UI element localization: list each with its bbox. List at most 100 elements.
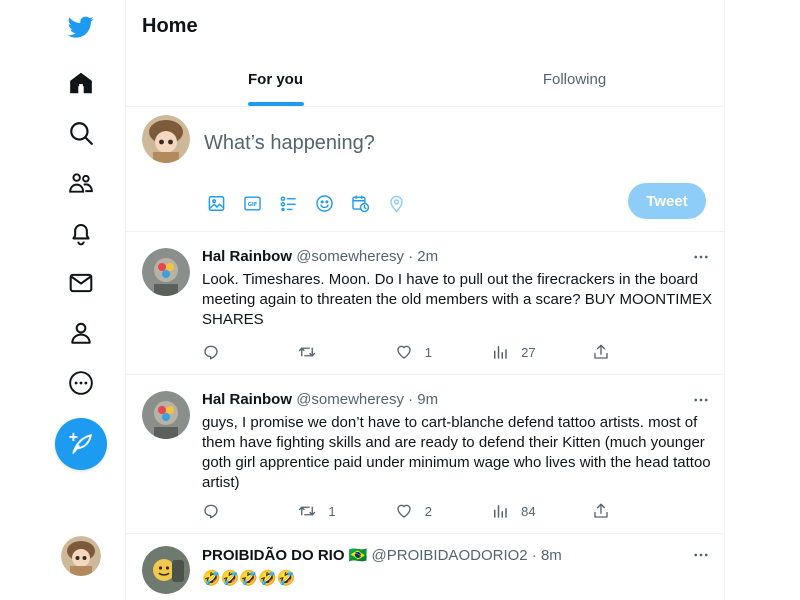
twitter-app: Home For you Following GIF (0, 0, 800, 600)
tweet-item[interactable]: Hal Rainbow @somewheresy · 2m Look. Time… (126, 232, 724, 375)
tweet-handle[interactable]: @somewheresy (296, 248, 404, 265)
tweet-more-button[interactable] (688, 542, 714, 568)
communities-icon (69, 173, 93, 193)
add-location-button[interactable] (378, 185, 414, 221)
tweet-time[interactable]: 8m (541, 547, 562, 564)
tweet-handle[interactable]: @PROIBIDAODORIO2 (372, 547, 528, 564)
tweet-avatar[interactable] (142, 248, 190, 296)
views-button[interactable]: 84 (491, 501, 536, 521)
tweet-text: guys, I promise we don’t have to cart-bl… (202, 414, 711, 491)
separator: · (408, 248, 414, 265)
tab-following[interactable]: Following (425, 53, 724, 106)
tweet-more-button[interactable] (688, 244, 714, 270)
nav-more[interactable] (56, 358, 106, 408)
composer-toolbar: GIF (198, 185, 414, 221)
left-nav (0, 0, 126, 600)
tweet-header: Hal Rainbow @somewheresy · 9m (202, 391, 438, 408)
more-horizontal-icon (694, 255, 708, 259)
feather-plus-icon (69, 432, 92, 454)
retweet-button[interactable]: 1 (298, 501, 338, 521)
location-icon (389, 195, 403, 212)
tweet-time[interactable]: 2m (417, 248, 438, 265)
home-icon (70, 72, 92, 94)
timeline-tabs: For you Following (126, 53, 724, 107)
tweet-composer: GIF Tweet (126, 107, 724, 232)
share-button[interactable] (592, 342, 632, 362)
add-poll-button[interactable] (270, 185, 306, 221)
search-icon (70, 122, 93, 145)
nav-communities[interactable] (56, 158, 106, 208)
account-avatar[interactable] (61, 536, 101, 576)
tweet-item[interactable]: PROIBIDÃO DO RIO 🇧🇷 @PROIBIDAODORIO2 · 8… (126, 534, 724, 600)
share-button[interactable] (592, 501, 632, 521)
like-button[interactable]: 1 (395, 342, 435, 362)
add-emoji-button[interactable] (306, 185, 342, 221)
retweet-icon (299, 347, 316, 357)
separator: · (408, 391, 414, 408)
like-count: 2 (424, 503, 432, 519)
reply-button[interactable] (202, 342, 242, 362)
tab-label: For you (248, 71, 303, 88)
emoji-icon (315, 194, 333, 212)
tweet-actions: 1 2 84 (202, 501, 632, 521)
nav-home[interactable] (56, 58, 106, 108)
schedule-button[interactable] (342, 185, 378, 221)
tweet-text: Look. Timeshares. Moon. Do I have to pul… (202, 271, 712, 328)
add-media-button[interactable] (198, 185, 234, 221)
mail-icon (69, 273, 93, 293)
like-count: 1 (424, 344, 432, 360)
retweet-count: 1 (328, 503, 336, 519)
twitter-bird-icon[interactable] (56, 2, 106, 52)
active-tab-indicator (247, 102, 304, 106)
svg-text:GIF: GIF (247, 202, 257, 208)
add-gif-button[interactable]: GIF (234, 185, 270, 221)
tweet-header: PROIBIDÃO DO RIO 🇧🇷 @PROIBIDAODORIO2 · 8… (202, 546, 562, 564)
reply-icon (204, 504, 218, 519)
view-count: 84 (521, 503, 536, 519)
timeline-column: Home For you Following GIF (125, 0, 725, 600)
tweet-handle[interactable]: @somewheresy (296, 391, 404, 408)
tweet-author[interactable]: Hal Rainbow (202, 391, 292, 408)
profile-icon (71, 322, 91, 344)
image-icon (208, 195, 224, 211)
tweet-more-button[interactable] (688, 387, 714, 413)
schedule-icon (351, 195, 369, 212)
reply-icon (204, 345, 218, 360)
tweet-header: Hal Rainbow @somewheresy · 2m (202, 248, 438, 265)
page-title: Home (142, 15, 198, 37)
compose-input[interactable] (204, 125, 684, 161)
share-icon (594, 344, 608, 359)
nav-notifications[interactable] (56, 208, 106, 258)
tweet-text: 🤣🤣🤣🤣🤣 (202, 569, 296, 587)
tab-for-you[interactable]: For you (126, 53, 425, 106)
heart-icon (397, 504, 411, 518)
bell-icon (72, 223, 90, 246)
share-icon (594, 503, 608, 518)
tweet-button[interactable]: Tweet (628, 183, 706, 219)
views-button[interactable]: 27 (491, 342, 536, 362)
more-horizontal-icon (694, 553, 708, 557)
nav-search[interactable] (56, 108, 106, 158)
reply-button[interactable] (202, 501, 242, 521)
analytics-icon (494, 346, 507, 359)
tab-label: Following (542, 71, 607, 88)
composer-avatar[interactable] (142, 115, 190, 163)
more-circle-icon (69, 371, 93, 395)
tweet-author[interactable]: Hal Rainbow (202, 248, 292, 265)
retweet-icon (299, 506, 316, 516)
like-button[interactable]: 2 (395, 501, 435, 521)
tweet-avatar[interactable] (142, 546, 190, 594)
tweet-author[interactable]: PROIBIDÃO DO RIO 🇧🇷 (202, 547, 367, 564)
tweet-time[interactable]: 9m (417, 391, 438, 408)
heart-icon (397, 345, 411, 359)
tweet-actions: 1 27 (202, 342, 632, 362)
nav-profile[interactable] (56, 308, 106, 358)
more-horizontal-icon (694, 398, 708, 402)
tweet-item[interactable]: Hal Rainbow @somewheresy · 9m guys, I pr… (126, 375, 724, 534)
nav-messages[interactable] (56, 258, 106, 308)
gif-icon: GIF (243, 195, 261, 211)
poll-icon (280, 195, 296, 211)
compose-tweet-button[interactable] (55, 418, 107, 470)
retweet-button[interactable] (298, 342, 338, 362)
tweet-avatar[interactable] (142, 391, 190, 439)
